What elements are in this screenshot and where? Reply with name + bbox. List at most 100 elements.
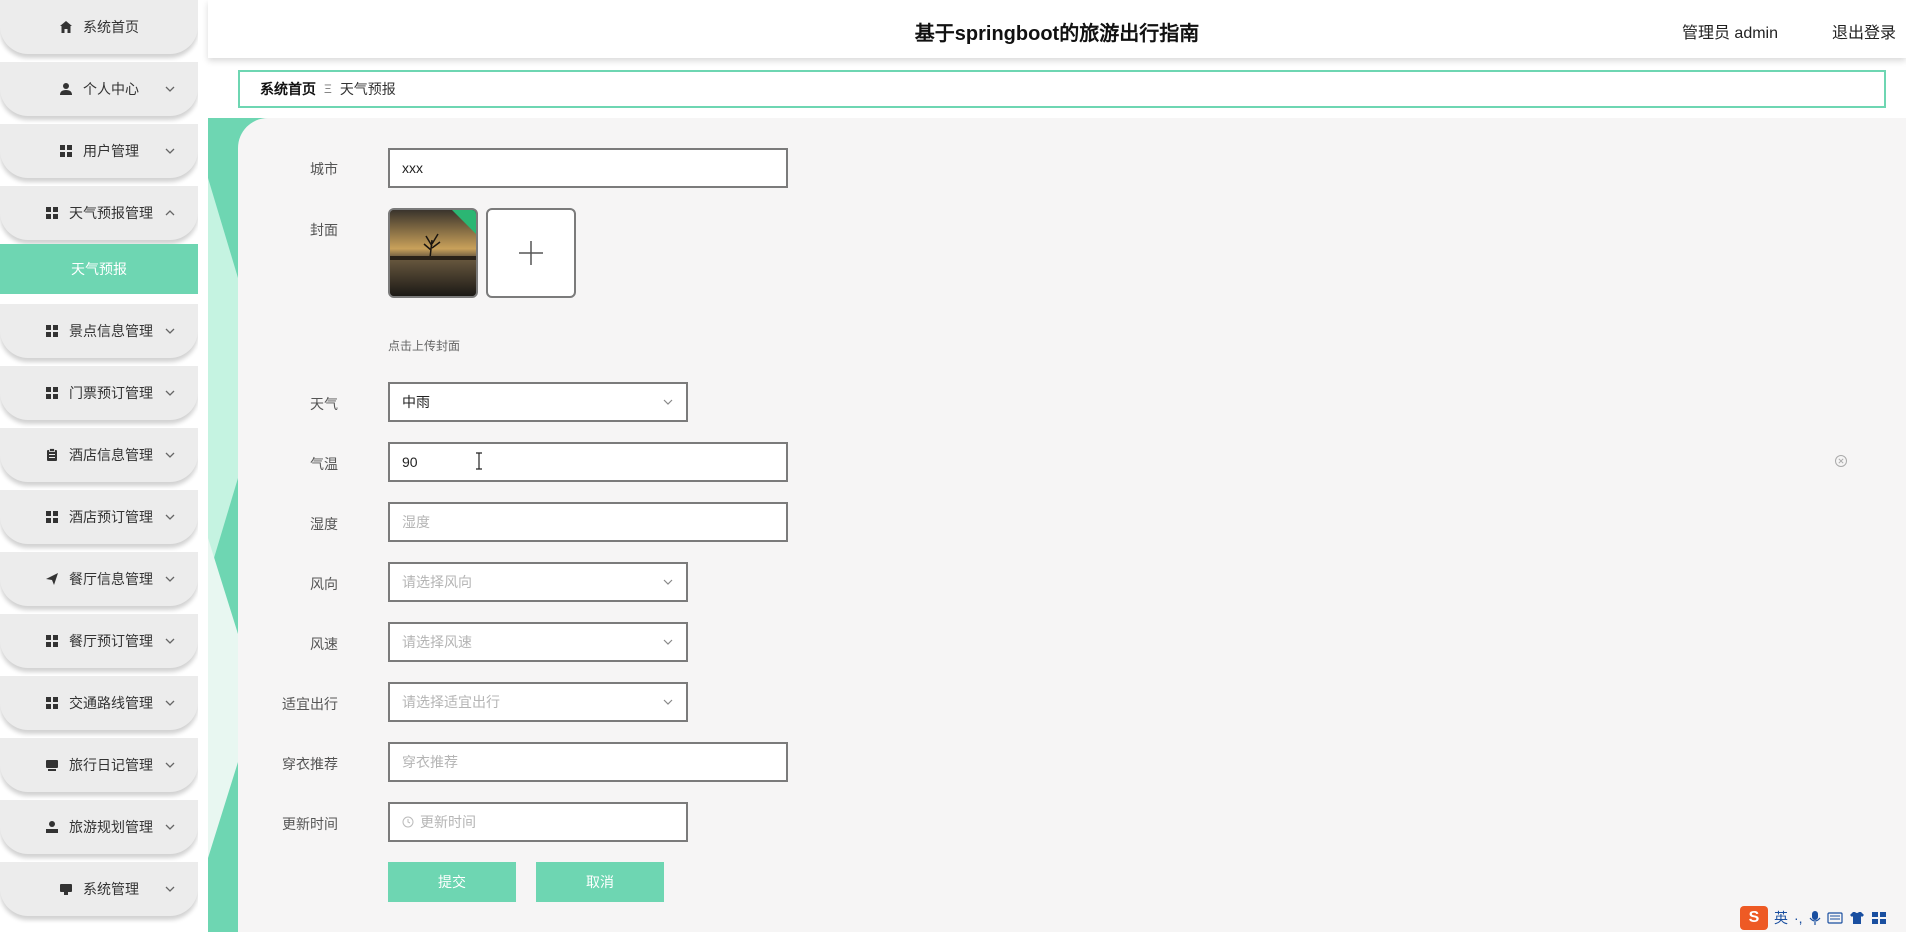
clothing-input[interactable]: 穿衣推荐 bbox=[388, 742, 788, 782]
person-icon bbox=[45, 820, 59, 834]
microphone-icon[interactable] bbox=[1809, 910, 1821, 926]
chevron-down-icon bbox=[165, 824, 175, 830]
chevron-down-icon bbox=[663, 699, 673, 705]
chevron-down-icon bbox=[165, 762, 175, 768]
nav-label: 旅行日记管理 bbox=[69, 757, 153, 773]
nav-item-diary[interactable]: 旅行日记管理 bbox=[0, 738, 198, 792]
cover-thumbnail[interactable] bbox=[388, 208, 478, 298]
sogou-logo-icon[interactable]: S bbox=[1740, 906, 1768, 930]
nav-item-hotels[interactable]: 酒店信息管理 bbox=[0, 428, 198, 482]
clothing-label: 穿衣推荐 bbox=[282, 756, 338, 772]
city-label: 城市 bbox=[310, 161, 338, 177]
chevron-down-icon bbox=[663, 399, 673, 405]
monitor-icon bbox=[45, 758, 59, 772]
temperature-input[interactable]: 90 bbox=[388, 442, 788, 482]
nav-label: 景点信息管理 bbox=[69, 323, 153, 339]
chevron-down-icon bbox=[165, 86, 175, 92]
nav-label: 酒店信息管理 bbox=[69, 447, 153, 463]
nav-item-home[interactable]: 系统首页 bbox=[0, 0, 198, 54]
nav-label: 用户管理 bbox=[83, 143, 139, 159]
nav-item-profile[interactable]: 个人中心 bbox=[0, 62, 198, 116]
cover-image bbox=[390, 210, 476, 296]
apps-icon[interactable] bbox=[1871, 911, 1887, 925]
monitor-icon bbox=[59, 882, 73, 896]
nav-item-system[interactable]: 系统管理 bbox=[0, 862, 198, 916]
nav-label: 门票预订管理 bbox=[69, 385, 153, 401]
grid-icon bbox=[59, 144, 73, 158]
breadcrumb-home[interactable]: 系统首页 bbox=[260, 79, 316, 99]
breadcrumb: 系统首页 Ξ 天气预报 bbox=[238, 70, 1886, 108]
logout-link[interactable]: 退出登录 bbox=[1832, 19, 1896, 43]
nav-label: 旅游规划管理 bbox=[69, 819, 153, 835]
nav-item-restaurant-booking[interactable]: 餐厅预订管理 bbox=[0, 614, 198, 668]
nav-item-planning[interactable]: 旅游规划管理 bbox=[0, 800, 198, 854]
nav-label: 酒店预订管理 bbox=[69, 509, 153, 525]
nav-item-hotel-booking[interactable]: 酒店预订管理 bbox=[0, 490, 198, 544]
cancel-button[interactable]: 取消 bbox=[536, 862, 664, 902]
grid-icon bbox=[45, 206, 59, 220]
cover-upload-button[interactable] bbox=[486, 208, 576, 298]
chevron-down-icon bbox=[165, 700, 175, 706]
clipboard-icon bbox=[45, 448, 59, 462]
grid-icon bbox=[45, 324, 59, 338]
nav-label: 系统管理 bbox=[83, 881, 139, 897]
nav-label: 餐厅信息管理 bbox=[69, 571, 153, 587]
wind-speed-select[interactable]: 请选择风速 bbox=[388, 622, 688, 662]
nav-label: 天气预报管理 bbox=[69, 205, 153, 221]
breadcrumb-current: 天气预报 bbox=[339, 81, 396, 97]
update-time-picker[interactable]: 更新时间 bbox=[388, 802, 688, 842]
nav-subitem-weather-forecast[interactable]: 天气预报 bbox=[0, 244, 198, 294]
wind-direction-select[interactable]: 请选择风向 bbox=[388, 562, 688, 602]
plus-icon bbox=[519, 241, 543, 265]
humidity-label: 湿度 bbox=[310, 516, 338, 532]
keyboard-icon[interactable] bbox=[1826, 911, 1843, 925]
chevron-up-icon bbox=[165, 210, 175, 216]
chevron-down-icon bbox=[165, 576, 175, 582]
nav-item-tickets[interactable]: 门票预订管理 bbox=[0, 366, 198, 420]
chevron-down-icon bbox=[165, 452, 175, 458]
nav-item-weather-management[interactable]: 天气预报管理 bbox=[0, 186, 198, 240]
temperature-label: 气温 bbox=[310, 456, 338, 472]
ime-mode[interactable]: 英 bbox=[1774, 908, 1788, 928]
nav-item-users[interactable]: 用户管理 bbox=[0, 124, 198, 178]
ime-punct[interactable]: ·, bbox=[1794, 910, 1803, 926]
chevron-down-icon bbox=[165, 886, 175, 892]
nav-sub-label: 天气预报 bbox=[71, 261, 127, 277]
weather-select[interactable]: 中雨 bbox=[388, 382, 688, 422]
chevron-down-icon bbox=[165, 148, 175, 154]
page-title: 基于springboot的旅游出行指南 bbox=[914, 23, 1200, 45]
submit-button[interactable]: 提交 bbox=[388, 862, 516, 902]
breadcrumb-separator: Ξ bbox=[324, 82, 332, 96]
clock-icon bbox=[402, 816, 414, 828]
nav-item-attractions[interactable]: 景点信息管理 bbox=[0, 304, 198, 358]
wind-speed-label: 风速 bbox=[310, 636, 338, 652]
skin-icon[interactable] bbox=[1849, 911, 1865, 925]
chevron-down-icon bbox=[165, 328, 175, 334]
chevron-down-icon bbox=[663, 579, 673, 585]
nav-item-transport[interactable]: 交通路线管理 bbox=[0, 676, 198, 730]
wind-speed-placeholder: 请选择风速 bbox=[402, 634, 472, 650]
wind-direction-placeholder: 请选择风向 bbox=[402, 574, 472, 590]
cover-upload-hint: 点击上传封面 bbox=[388, 339, 461, 353]
wind-direction-label: 风向 bbox=[310, 576, 338, 592]
chevron-down-icon bbox=[663, 639, 673, 645]
sidebar: 系统首页 个人中心 用户管理 天气预报管理 天气预报 景点信息管理 门票预订管理… bbox=[0, 0, 198, 932]
travel-suitable-select[interactable]: 请选择适宜出行 bbox=[388, 682, 688, 722]
send-icon bbox=[45, 572, 59, 586]
chevron-down-icon bbox=[165, 638, 175, 644]
weather-value: 中雨 bbox=[402, 394, 430, 410]
city-input[interactable]: xxx bbox=[388, 148, 788, 188]
home-icon bbox=[59, 20, 73, 34]
weather-label: 天气 bbox=[310, 396, 338, 412]
update-time-label: 更新时间 bbox=[282, 816, 338, 832]
grid-icon bbox=[45, 510, 59, 524]
grid-icon bbox=[45, 634, 59, 648]
humidity-input[interactable]: 湿度 bbox=[388, 502, 788, 542]
grid-icon bbox=[45, 386, 59, 400]
clear-icon[interactable] bbox=[1834, 454, 1848, 468]
chevron-down-icon bbox=[165, 514, 175, 520]
grid-icon bbox=[45, 696, 59, 710]
nav-item-restaurants[interactable]: 餐厅信息管理 bbox=[0, 552, 198, 606]
text-cursor-icon bbox=[476, 452, 482, 470]
update-time-placeholder: 更新时间 bbox=[420, 814, 476, 830]
